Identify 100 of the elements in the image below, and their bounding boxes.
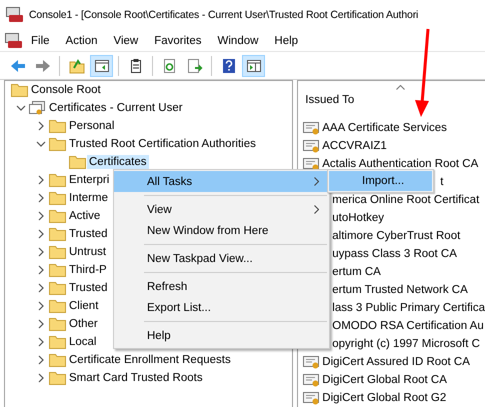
submenu-item[interactable]: Import... bbox=[329, 171, 432, 191]
tree-item[interactable]: Other bbox=[67, 317, 100, 331]
expand-chevron-icon[interactable] bbox=[36, 175, 46, 185]
context-menu-item[interactable]: New Window from Here bbox=[114, 220, 329, 241]
console-tree-icon bbox=[94, 58, 110, 74]
certificate-name[interactable]: t bbox=[440, 175, 444, 189]
certificate-icon bbox=[303, 139, 320, 153]
action-pane-button[interactable] bbox=[242, 54, 265, 76]
certificate-name[interactable]: utoHotkey bbox=[332, 211, 384, 225]
tree-item[interactable]: Personal bbox=[67, 119, 116, 133]
folder-icon bbox=[49, 245, 66, 259]
folder-icon bbox=[49, 335, 66, 349]
column-header[interactable]: Issued To bbox=[305, 94, 354, 106]
menu-item[interactable]: Help bbox=[266, 34, 306, 46]
certificate-name[interactable]: merica Online Root Certificat bbox=[332, 193, 480, 207]
expand-chevron-icon[interactable] bbox=[36, 229, 46, 239]
certificate-name[interactable]: uypass Class 3 Root CA bbox=[332, 247, 457, 261]
certificate-name[interactable]: altimore CyberTrust Root bbox=[332, 229, 460, 243]
tree-item[interactable]: Untrust bbox=[67, 245, 108, 259]
context-menu-item[interactable]: Help bbox=[114, 325, 329, 346]
export-list-icon bbox=[186, 58, 202, 74]
certificate-icon bbox=[303, 373, 320, 387]
context-menu-item[interactable]: Export List... bbox=[114, 297, 329, 318]
certificate-name[interactable]: DigiCert Global Root G2 bbox=[322, 391, 446, 405]
submenu-chevron-icon bbox=[314, 205, 319, 214]
tree-item[interactable]: Local bbox=[67, 335, 98, 349]
tree-item[interactable]: Certificates - Current User bbox=[47, 101, 185, 115]
collapse-chevron-icon[interactable] bbox=[16, 103, 26, 113]
expand-chevron-icon[interactable] bbox=[36, 193, 46, 203]
expand-chevron-icon[interactable] bbox=[36, 301, 46, 311]
tree-item[interactable]: Smart Card Trusted Roots bbox=[67, 371, 205, 385]
folder-icon bbox=[49, 353, 66, 367]
tree-item[interactable]: Enterpri bbox=[67, 173, 112, 187]
tree-item[interactable]: Console Root bbox=[29, 83, 103, 97]
expand-chevron-icon[interactable] bbox=[36, 337, 46, 347]
folder-icon bbox=[49, 227, 66, 241]
tree-item[interactable]: Active bbox=[67, 209, 102, 223]
folder-icon bbox=[49, 173, 66, 187]
forward-arrow-icon bbox=[34, 58, 50, 74]
expand-chevron-icon[interactable] bbox=[36, 373, 46, 383]
certificate-name[interactable]: opyright (c) 1997 Microsoft C bbox=[332, 337, 480, 351]
certificate-name[interactable]: AAA Certificate Services bbox=[322, 121, 447, 135]
folder-icon bbox=[49, 317, 66, 331]
expand-chevron-icon[interactable] bbox=[36, 211, 46, 221]
certificate-icon bbox=[303, 355, 320, 369]
certificate-store-icon bbox=[29, 100, 46, 116]
folder-icon bbox=[49, 281, 66, 295]
context-menu-item[interactable]: All Tasks bbox=[114, 171, 329, 192]
certificate-name[interactable]: DigiCert Assured ID Root CA bbox=[322, 355, 470, 369]
menu-item[interactable]: File bbox=[23, 34, 58, 46]
certificate-name[interactable]: ACCVRAIZ1 bbox=[322, 139, 387, 153]
expand-chevron-icon[interactable] bbox=[36, 247, 46, 257]
expand-chevron-icon[interactable] bbox=[36, 121, 46, 131]
certificate-name[interactable]: ertum Trusted Network CA bbox=[332, 283, 468, 297]
collapse-chevron-icon[interactable] bbox=[36, 139, 46, 149]
folder-up-icon bbox=[68, 58, 84, 74]
certificate-name[interactable]: Actalis Authentication Root CA bbox=[322, 157, 478, 171]
menu-item[interactable]: Favorites bbox=[146, 34, 210, 46]
console-app-icon[interactable] bbox=[5, 32, 23, 48]
menu-item[interactable]: Action bbox=[58, 34, 106, 46]
help-icon bbox=[220, 58, 236, 74]
certificate-name[interactable]: lass 3 Public Primary Certifica bbox=[332, 301, 485, 315]
expand-chevron-icon[interactable] bbox=[36, 283, 46, 293]
expand-chevron-icon[interactable] bbox=[36, 355, 46, 365]
folder-icon bbox=[49, 209, 66, 223]
context-menu-item[interactable]: Refresh bbox=[114, 276, 329, 297]
folder-icon bbox=[49, 263, 66, 277]
sort-caret-icon bbox=[396, 85, 406, 90]
folder-icon bbox=[49, 299, 66, 313]
action-pane-icon bbox=[246, 58, 262, 74]
folder-icon bbox=[11, 83, 28, 97]
tree-item[interactable]: Third-P bbox=[67, 263, 109, 277]
certificate-name[interactable]: OMODO RSA Certification Au bbox=[332, 319, 484, 333]
menu-item[interactable]: View bbox=[106, 34, 146, 46]
menu-item[interactable]: Window bbox=[210, 34, 266, 46]
tree-item[interactable]: Trusted bbox=[67, 227, 110, 241]
tree-item[interactable]: Trusted Root Certification Authorities bbox=[67, 137, 258, 151]
console-tree-button[interactable] bbox=[90, 54, 113, 76]
folder-icon bbox=[69, 155, 86, 169]
window-title: Console1 - [Console Root\Certificates - Current User\Trusted Root Certification Authori bbox=[29, 9, 418, 21]
certificate-icon bbox=[303, 121, 320, 135]
folder-icon bbox=[49, 119, 66, 133]
tree-item[interactable]: Trusted bbox=[67, 281, 110, 295]
certificate-name[interactable]: DigiCert Global Root CA bbox=[322, 373, 447, 387]
refresh-icon bbox=[162, 58, 178, 74]
back-arrow-icon bbox=[10, 58, 26, 74]
context-menu-item[interactable]: New Taskpad View... bbox=[114, 248, 329, 269]
tree-item[interactable]: Certificate Enrollment Requests bbox=[67, 353, 233, 367]
folder-icon bbox=[49, 371, 66, 385]
tree-item[interactable]: Client bbox=[67, 299, 100, 313]
folder-icon bbox=[49, 137, 66, 151]
expand-chevron-icon[interactable] bbox=[36, 265, 46, 275]
submenu-chevron-icon bbox=[314, 177, 319, 186]
tree-item[interactable]: Interme bbox=[67, 191, 110, 205]
folder-icon bbox=[49, 191, 66, 205]
tree-item[interactable]: Certificates bbox=[87, 155, 149, 169]
console-app-icon bbox=[6, 7, 24, 23]
context-menu-item[interactable]: View bbox=[114, 199, 329, 220]
certificate-name[interactable]: ertum CA bbox=[332, 265, 381, 279]
expand-chevron-icon[interactable] bbox=[36, 319, 46, 329]
